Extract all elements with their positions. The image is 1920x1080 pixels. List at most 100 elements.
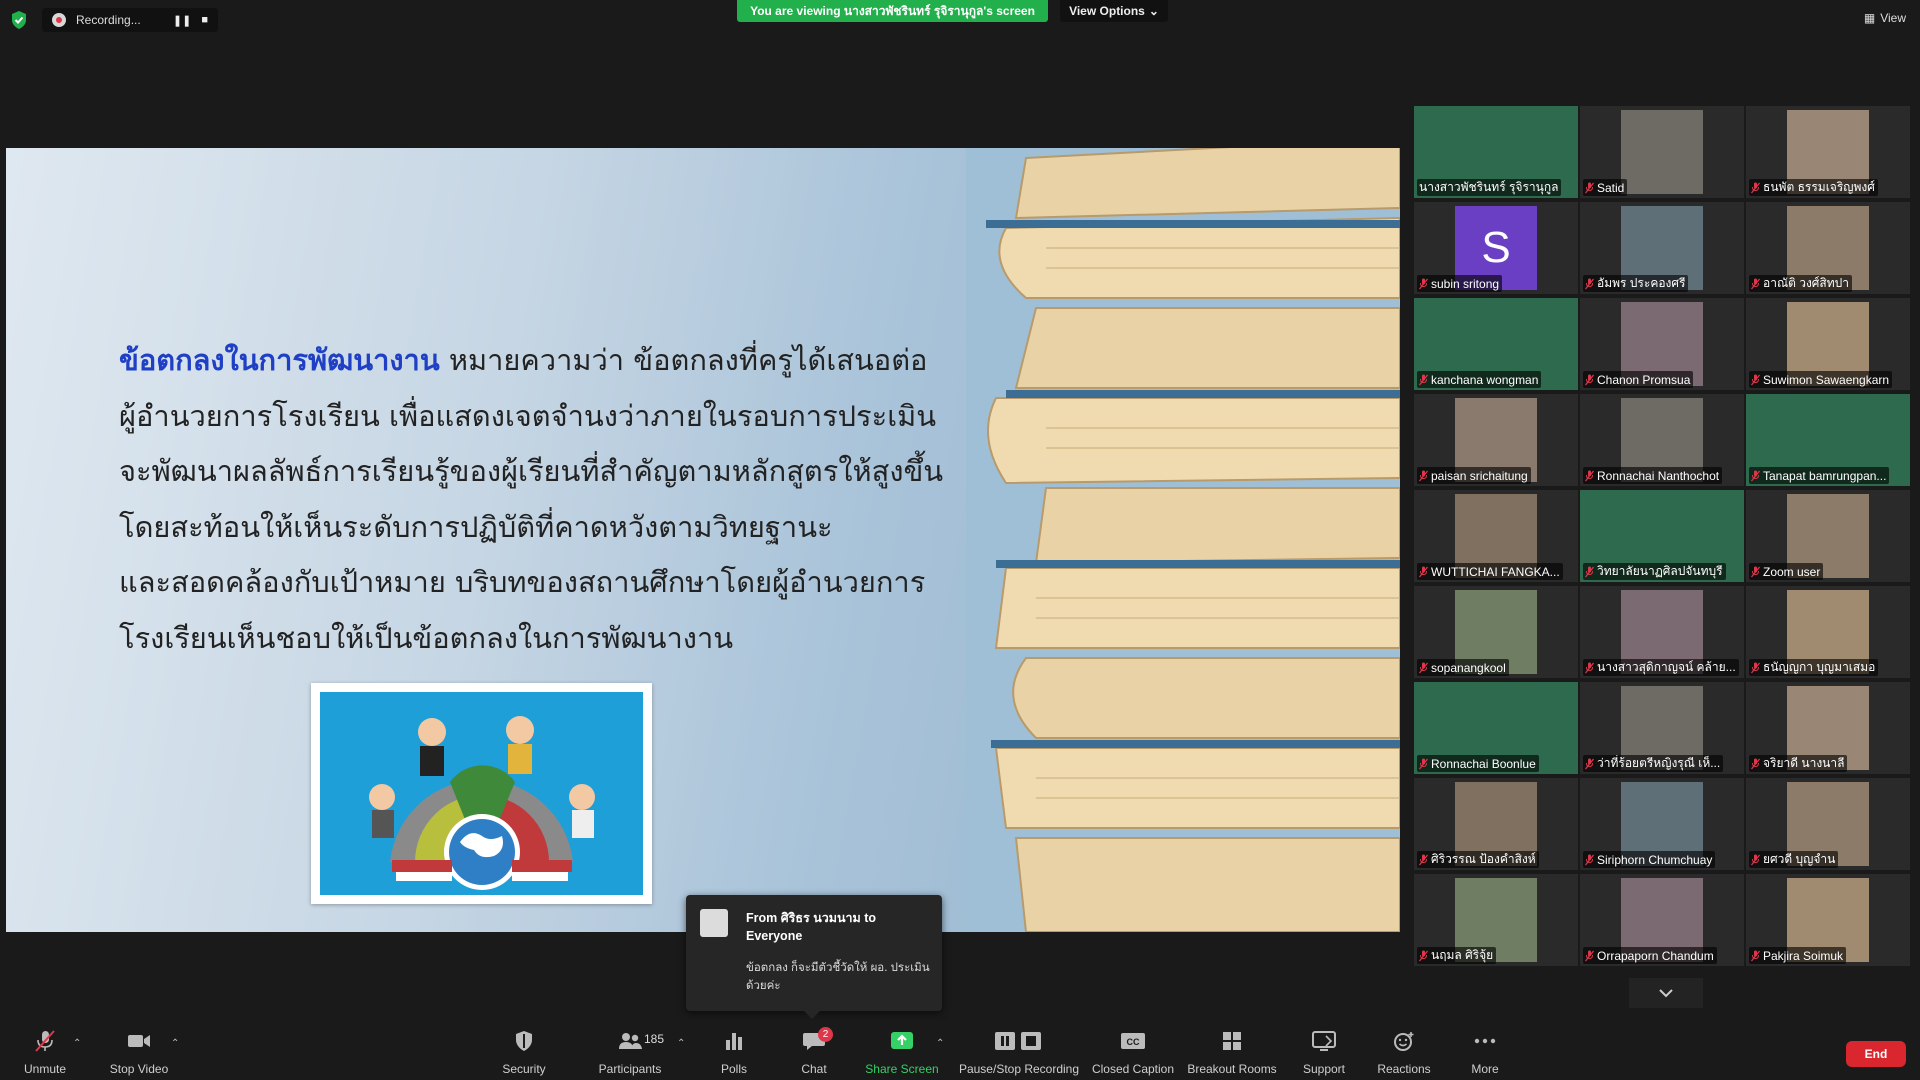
participant-tile[interactable]: kanchana wongman xyxy=(1414,298,1578,390)
share-screen-arrow-icon xyxy=(891,1032,913,1049)
participant-name: Chanon Promsua xyxy=(1597,372,1691,387)
participant-name: ยศวดี บุญจำน xyxy=(1763,852,1836,866)
pause-stop-recording-icon xyxy=(995,1032,1041,1050)
participant-name-tag: นางสาวพัชรินทร์ รุจิรานุกูล xyxy=(1417,179,1562,196)
slide-line-5: และสอดคล้องกับเป้าหมาย บริบทของสถานศึกษา… xyxy=(119,565,926,599)
participant-tile[interactable]: Ronnachai Boonlue xyxy=(1414,682,1578,774)
view-button[interactable]: ▦ View xyxy=(1864,11,1906,25)
participants-options-caret[interactable]: ⌃ xyxy=(677,1038,685,1049)
participant-tile[interactable]: WUTTICHAI FANGKA... xyxy=(1414,490,1578,582)
participant-tile[interactable]: นางสาวสุดิกาญจน์ คล้าย... xyxy=(1580,586,1744,678)
microphone-muted-icon xyxy=(1585,662,1594,673)
participant-tile[interactable]: Zoom user xyxy=(1746,490,1910,582)
microphone-muted-icon xyxy=(1751,854,1760,865)
participant-name-tag: WUTTICHAI FANGKA... xyxy=(1417,563,1563,580)
shared-screen: ข้อตกลงในการพัฒนางาน หมายความว่า ข้อตกลง… xyxy=(6,148,1400,932)
polls-bar-chart-icon xyxy=(726,1033,742,1050)
participant-tile[interactable]: Tanapat bamrungpan... xyxy=(1746,394,1910,486)
support-button[interactable]: Support xyxy=(1300,1030,1348,1076)
unmute-label: Unmute xyxy=(23,1062,67,1076)
participant-name-tag: ธนพัต ธรรมเจริญพงศ์ xyxy=(1749,179,1878,196)
participant-tile[interactable]: ธนพัต ธรรมเจริญพงศ์ xyxy=(1746,106,1910,198)
participant-name: นฤมล ศิริจุ้ย xyxy=(1431,948,1494,962)
stop-video-button[interactable]: Stop Video xyxy=(104,1030,174,1076)
participant-name: Zoom user xyxy=(1763,564,1821,579)
reactions-smiley-icon xyxy=(1394,1032,1414,1051)
share-screen-button[interactable]: Share Screen xyxy=(864,1030,940,1076)
microphone-muted-icon xyxy=(1585,470,1594,481)
video-camera-icon xyxy=(128,1035,150,1047)
participants-count: 185 xyxy=(644,1032,665,1046)
encryption-shield-icon[interactable] xyxy=(10,10,28,30)
pause-stop-recording-label: Pause/Stop Recording xyxy=(958,1062,1080,1076)
participant-tile[interactable]: Satid xyxy=(1580,106,1744,198)
slide-line-1: ข้อตกลงในการพัฒนางาน หมายความว่า ข้อตกลง… xyxy=(119,333,949,389)
participant-name-tag: อาณัติ วงศ์สิทปา xyxy=(1749,275,1853,292)
svg-text:CC: CC xyxy=(1127,1037,1140,1047)
participant-name: Satid xyxy=(1597,180,1625,195)
view-label: View xyxy=(1880,11,1906,25)
participant-name-tag: paisan srichaitung xyxy=(1417,467,1531,484)
participant-tile[interactable]: นางสาวพัชรินทร์ รุจิรานุกูล xyxy=(1414,106,1578,198)
participant-tile[interactable]: Orrapaporn Chandum xyxy=(1580,874,1744,966)
recording-indicator: Recording... ❚❚ ■ xyxy=(42,8,218,32)
breakout-rooms-label: Breakout Rooms xyxy=(1187,1062,1277,1076)
end-meeting-button[interactable]: End xyxy=(1846,1041,1906,1067)
video-options-caret[interactable]: ⌃ xyxy=(171,1038,179,1049)
chevron-down-icon: ⌄ xyxy=(1148,4,1159,18)
microphone-muted-icon xyxy=(1751,950,1760,961)
microphone-muted-icon xyxy=(1585,854,1594,865)
unmute-button[interactable]: Unmute xyxy=(20,1030,70,1076)
audio-options-caret[interactable]: ⌃ xyxy=(73,1038,81,1049)
participant-tile[interactable]: Siriphorn Chumchuay xyxy=(1580,778,1744,870)
stop-recording-icon[interactable]: ■ xyxy=(201,14,208,26)
more-button[interactable]: More xyxy=(1470,1030,1500,1076)
participant-name-tag: วิทยาลัยนาฏศิลปจันทบุรี xyxy=(1583,563,1726,580)
participant-tile[interactable]: จริยาดี นางนาลี xyxy=(1746,682,1910,774)
chat-notification-popup[interactable]: From ศิริธร นวมนาม to Everyone ข้อตกลง ก… xyxy=(686,895,942,1019)
participant-gallery: นางสาวพัชรินทร์ รุจิรานุกูล Satid ธนพัต ธร… xyxy=(1414,106,1914,968)
microphone-muted-icon xyxy=(1751,182,1760,193)
participant-tile[interactable]: นฤมล ศิริจุ้ย xyxy=(1414,874,1578,966)
share-screen-options-caret[interactable]: ⌃ xyxy=(936,1038,944,1049)
microphone-muted-icon xyxy=(1419,758,1428,769)
microphone-muted-icon xyxy=(1419,566,1428,577)
participant-name: นางสาวสุดิกาญจน์ คล้าย... xyxy=(1597,660,1736,674)
participant-name: Orrapaporn Chandum xyxy=(1597,948,1714,963)
reactions-button[interactable]: Reactions xyxy=(1376,1030,1432,1076)
pause-recording-icon[interactable]: ❚❚ xyxy=(173,14,191,27)
participant-tile[interactable]: ยศวดี บุญจำน xyxy=(1746,778,1910,870)
breakout-rooms-button[interactable]: Breakout Rooms xyxy=(1187,1030,1277,1076)
participant-name-tag: Suwimon Sawaengkarn xyxy=(1749,371,1893,388)
participant-tile[interactable]: ว่าที่ร้อยตรีหญิงรุณี เห็... xyxy=(1580,682,1744,774)
polls-button[interactable]: Polls xyxy=(717,1030,751,1076)
participant-name: WUTTICHAI FANGKA... xyxy=(1431,564,1560,579)
participant-tile[interactable]: ศิริวรรณ ป้องคำสิงห์ xyxy=(1414,778,1578,870)
microphone-muted-icon xyxy=(1585,758,1594,769)
closed-caption-button[interactable]: CC Closed Caption xyxy=(1092,1030,1174,1076)
participant-tile[interactable]: Chanon Promsua xyxy=(1580,298,1744,390)
participant-name-tag: Ronnachai Boonlue xyxy=(1417,755,1539,772)
microphone-muted-icon xyxy=(1585,278,1594,289)
microphone-muted-icon xyxy=(1751,758,1760,769)
microphone-muted-icon xyxy=(1751,662,1760,673)
participant-name: Pakjira Soimuk xyxy=(1763,948,1844,963)
pause-stop-recording-button[interactable]: Pause/Stop Recording xyxy=(958,1030,1080,1076)
participant-tile[interactable]: Ssubin sritong xyxy=(1414,202,1578,294)
participant-tile[interactable]: ธนัญญกา บุญมาเสมอ xyxy=(1746,586,1910,678)
participant-tile[interactable]: วิทยาลัยนาฏศิลปจันทบุรี xyxy=(1580,490,1744,582)
participant-tile[interactable]: อาณัติ วงศ์สิทปา xyxy=(1746,202,1910,294)
view-options-button[interactable]: View Options ⌄ xyxy=(1060,0,1168,22)
gallery-scroll-down-button[interactable] xyxy=(1629,978,1703,1008)
participant-name-tag: ว่าที่ร้อยตรีหญิงรุณี เห็... xyxy=(1583,755,1724,772)
participant-tile[interactable]: paisan srichaitung xyxy=(1414,394,1578,486)
security-button[interactable]: Security xyxy=(496,1030,552,1076)
participant-tile[interactable]: Ronnachai Nanthochot xyxy=(1580,394,1744,486)
chat-label: Chat xyxy=(801,1062,827,1076)
slide-line-2: ผู้อำนวยการโรงเรียน เพื่อแสดงเจตจำนงว่าภ… xyxy=(119,398,937,433)
participant-tile[interactable]: sopanangkool xyxy=(1414,586,1578,678)
participant-tile[interactable]: Pakjira Soimuk xyxy=(1746,874,1910,966)
slide-line-3: จะพัฒนาผลลัพธ์การเรียนรู้ของผู้เรียนที่ส… xyxy=(119,454,944,488)
participant-tile[interactable]: อัมพร ประคองศรี xyxy=(1580,202,1744,294)
participant-tile[interactable]: Suwimon Sawaengkarn xyxy=(1746,298,1910,390)
